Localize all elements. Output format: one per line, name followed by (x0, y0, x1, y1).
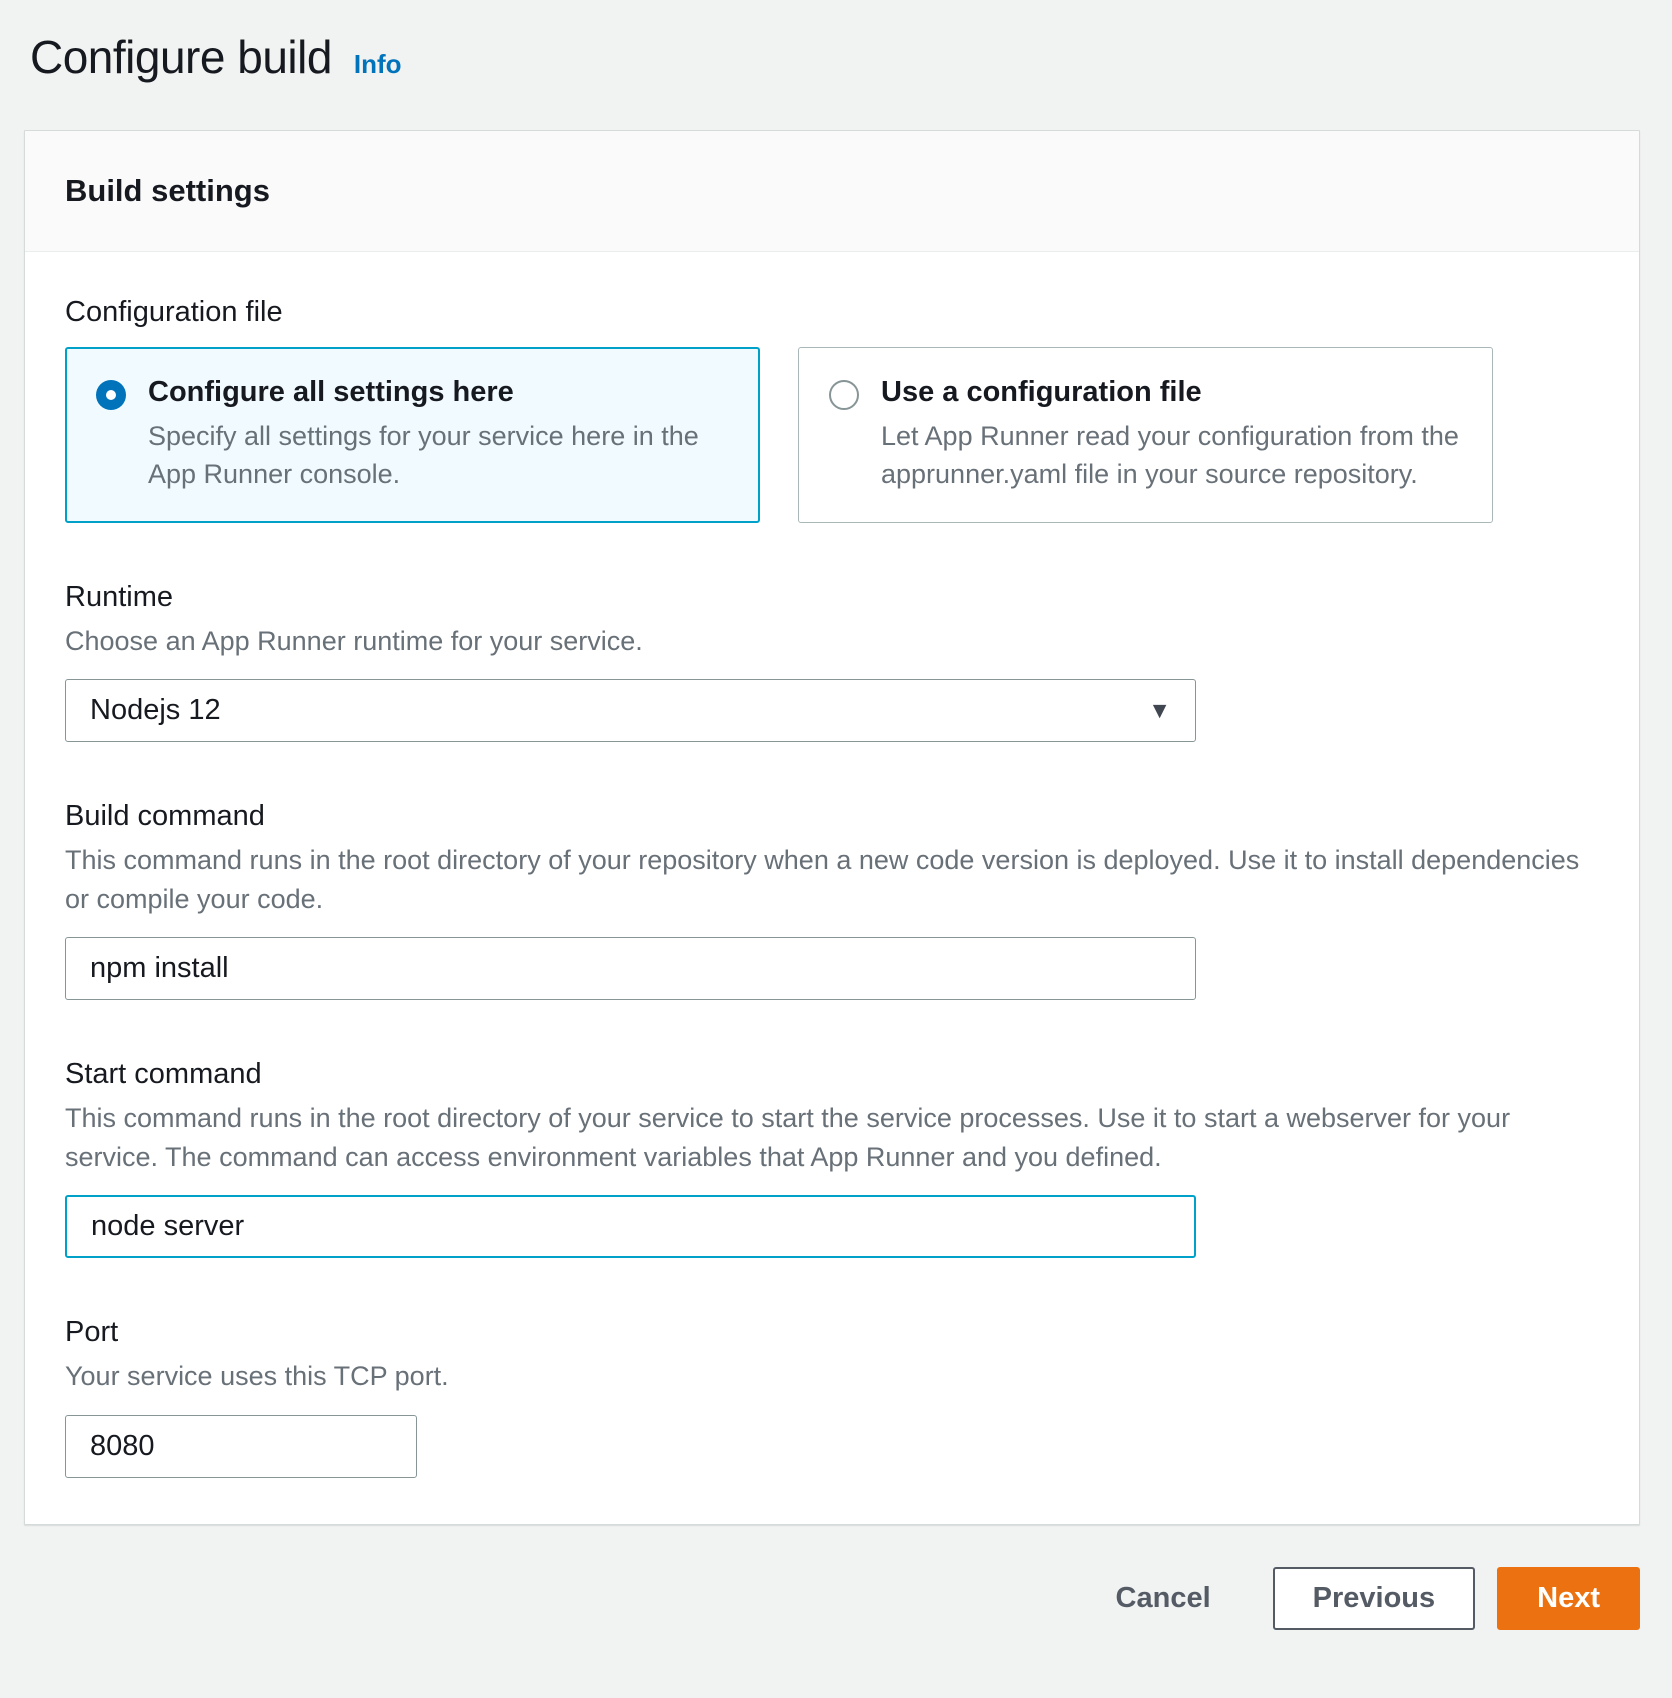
configuration-file-label: Configuration file (65, 296, 1599, 329)
option-configure-all-settings[interactable]: Configure all settings here Specify all … (65, 347, 760, 523)
runtime-selected-value: Nodejs 12 (90, 694, 221, 727)
tile-description: Let App Runner read your configuration f… (881, 417, 1462, 494)
configure-build-page: Configure build Info Build settings Conf… (0, 0, 1672, 1698)
port-description: Your service uses this TCP port. (65, 1357, 1599, 1396)
configuration-file-tiles: Configure all settings here Specify all … (65, 347, 1599, 523)
runtime-select[interactable]: Nodejs 12 ▼ (65, 679, 1196, 742)
wizard-footer: Cancel Previous Next (24, 1567, 1640, 1698)
page-header: Configure build Info (30, 30, 1640, 84)
chevron-down-icon: ▼ (1148, 699, 1171, 722)
card-header: Build settings (25, 131, 1639, 252)
build-command-input[interactable] (65, 937, 1196, 1000)
port-label: Port (65, 1316, 1599, 1349)
build-command-description: This command runs in the root directory … (65, 841, 1599, 919)
start-command-field: Start command This command runs in the r… (65, 1058, 1599, 1258)
card-title: Build settings (65, 173, 1599, 209)
port-field: Port Your service uses this TCP port. (65, 1316, 1599, 1477)
build-command-field: Build command This command runs in the r… (65, 800, 1599, 1000)
port-input[interactable] (65, 1415, 417, 1478)
runtime-description: Choose an App Runner runtime for your se… (65, 622, 1599, 661)
tile-text: Use a configuration file Let App Runner … (881, 376, 1462, 494)
info-link[interactable]: Info (354, 49, 402, 80)
tile-title: Configure all settings here (148, 376, 729, 409)
page-title: Configure build (30, 30, 332, 84)
runtime-field: Runtime Choose an App Runner runtime for… (65, 581, 1599, 742)
next-button[interactable]: Next (1497, 1567, 1640, 1630)
previous-button[interactable]: Previous (1273, 1567, 1476, 1630)
start-command-label: Start command (65, 1058, 1599, 1091)
tile-description: Specify all settings for your service he… (148, 417, 729, 494)
tile-title: Use a configuration file (881, 376, 1462, 409)
radio-selected-icon[interactable] (96, 380, 126, 410)
build-command-label: Build command (65, 800, 1599, 833)
tile-text: Configure all settings here Specify all … (148, 376, 729, 494)
build-settings-card: Build settings Configuration file Config… (24, 130, 1640, 1525)
cancel-button[interactable]: Cancel (1106, 1569, 1221, 1628)
option-use-configuration-file[interactable]: Use a configuration file Let App Runner … (798, 347, 1493, 523)
radio-unselected-icon[interactable] (829, 380, 859, 410)
configuration-file-field: Configuration file Configure all setting… (65, 296, 1599, 523)
start-command-description: This command runs in the root directory … (65, 1099, 1599, 1177)
runtime-label: Runtime (65, 581, 1599, 614)
start-command-input[interactable] (65, 1195, 1196, 1258)
card-body: Configuration file Configure all setting… (25, 252, 1639, 1524)
